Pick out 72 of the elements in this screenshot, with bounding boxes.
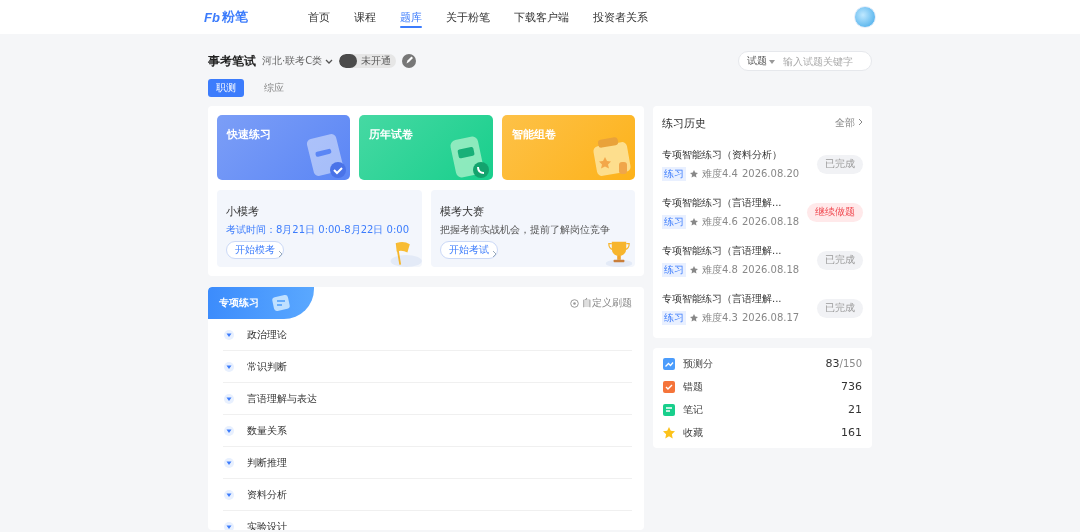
difficulty-text: 难度4.6 xyxy=(702,214,738,229)
category-row[interactable]: 实验设计 xyxy=(223,511,632,530)
stat-label: 预测分 xyxy=(683,356,714,371)
stat-label: 收藏 xyxy=(683,425,704,440)
chevron-right-icon xyxy=(858,118,863,126)
chevron-right-icon xyxy=(278,250,283,258)
stat-label: 笔记 xyxy=(683,402,704,417)
star-icon xyxy=(690,265,698,274)
history-title[interactable]: 专项智能练习（资料分析） xyxy=(662,147,800,162)
card-description: 把握考前实战机会，提前了解岗位竞争 xyxy=(439,223,611,237)
chevron-right-icon xyxy=(491,250,497,258)
type-tag: 练习 xyxy=(662,262,686,277)
category-row[interactable]: 政治理论 xyxy=(223,319,632,351)
caret-icon xyxy=(769,58,775,64)
history-title[interactable]: 专项智能练习（言语理解... xyxy=(662,291,800,306)
nav-link[interactable]: 课程 xyxy=(354,0,376,34)
difficulty-text: 难度4.8 xyxy=(702,262,738,277)
subject-tab[interactable]: 职测 xyxy=(208,79,244,97)
trend-icon xyxy=(663,357,675,370)
history-title[interactable]: 专项智能练习（言语理解... xyxy=(662,243,800,258)
nav-link[interactable]: 关于粉笔 xyxy=(446,0,490,34)
stat-value: 83/150 xyxy=(825,357,862,370)
category-row[interactable]: 常识判断 xyxy=(223,351,632,383)
difficulty-text: 难度4.3 xyxy=(702,310,738,325)
search-bar[interactable]: 试题 输入试题关键字 xyxy=(738,51,872,71)
date-text: 2026.08.18 xyxy=(741,264,800,275)
category-row[interactable]: 言语理解与表达 xyxy=(223,383,632,415)
edit-icon xyxy=(402,54,417,68)
nav-link[interactable]: 下载客户端 xyxy=(514,0,569,34)
nav-link[interactable]: 首页 xyxy=(308,0,330,34)
history-title[interactable]: 专项智能练习（言语理解... xyxy=(662,195,800,210)
card-description: 考试时间：8月21日 0:00-8月22日 0:00 xyxy=(226,223,411,237)
difficulty-text: 难度4.4 xyxy=(702,166,738,181)
category-row[interactable]: 判断推理 xyxy=(223,447,632,479)
start-button[interactable]: 开始模考 xyxy=(226,241,284,259)
card-title: 小模考 xyxy=(226,204,260,219)
settings-icon xyxy=(570,298,579,308)
nav-link[interactable]: 题库 xyxy=(400,0,422,34)
exam-title: 事考笔试 xyxy=(208,52,256,70)
subject-tab[interactable]: 综应 xyxy=(256,79,292,97)
card-title: 模考大赛 xyxy=(439,204,485,219)
date-text: 2026.08.20 xyxy=(741,168,800,179)
nav-link[interactable]: 投资者关系 xyxy=(593,0,648,34)
note-icon xyxy=(663,403,675,416)
custom-practice-link[interactable]: 自定义刷题 xyxy=(570,296,632,310)
note-icon xyxy=(271,294,291,312)
star-icon xyxy=(690,217,698,226)
avatar[interactable] xyxy=(854,6,876,28)
status-badge: 未开通 xyxy=(339,54,397,68)
type-tag: 练习 xyxy=(662,310,686,325)
type-tag: 练习 xyxy=(662,214,686,229)
search-input[interactable]: 输入试题关键字 xyxy=(783,55,863,67)
stat-value: 161 xyxy=(841,426,862,439)
region-selector[interactable]: 河北·联考C类 xyxy=(262,54,334,68)
stat-label: 错题 xyxy=(683,379,704,394)
check-icon xyxy=(663,380,675,393)
star-icon xyxy=(663,426,675,439)
view-all-link[interactable]: 全部 xyxy=(835,116,863,130)
type-tag: 练习 xyxy=(662,166,686,181)
star-icon xyxy=(690,313,698,322)
date-text: 2026.08.17 xyxy=(741,312,800,323)
panel-title: 练习历史 xyxy=(662,115,706,131)
category-row[interactable]: 资料分析 xyxy=(223,479,632,511)
logo[interactable]: Fb粉笔 xyxy=(204,8,254,26)
date-text: 2026.08.18 xyxy=(741,216,800,227)
scope-dropdown[interactable]: 试题 xyxy=(747,54,775,68)
start-button[interactable]: 开始考试 xyxy=(439,241,498,259)
chevron-down-icon xyxy=(325,57,334,65)
category-row[interactable]: 数量关系 xyxy=(223,415,632,447)
star-icon xyxy=(690,169,698,178)
stat-value: 21 xyxy=(848,403,862,416)
stat-value: 736 xyxy=(841,380,862,393)
